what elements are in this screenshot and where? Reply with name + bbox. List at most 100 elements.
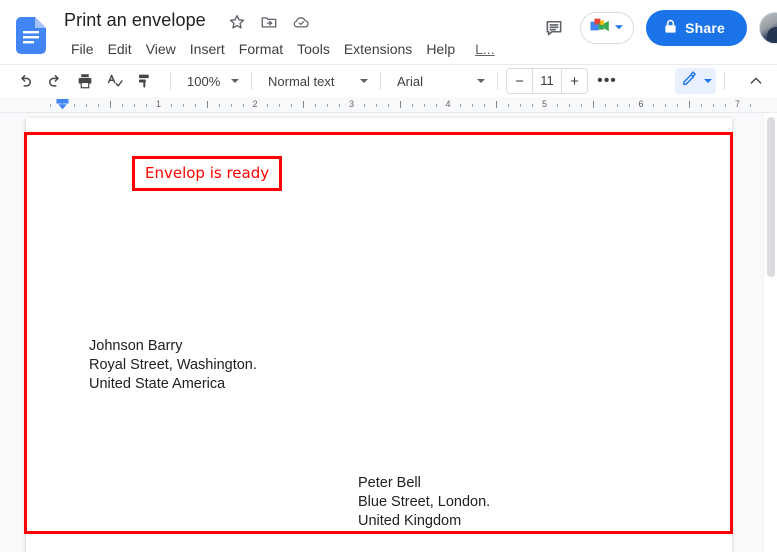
edit-pencil-icon [681,70,698,92]
ruler-tick [363,104,365,107]
ruler-tick [604,104,606,107]
google-docs-window: Print an envelope File Edit View Insert … [0,0,777,553]
menu-format[interactable]: Format [232,38,290,60]
app-header: Print an envelope File Edit View Insert … [0,0,777,65]
ruler-tick [725,104,727,107]
ruler-tick [303,101,305,108]
menu-help[interactable]: Help [419,38,462,60]
ruler-tick [98,104,100,107]
hide-menus-button[interactable] [743,68,769,94]
ruler-tick [411,104,413,107]
ruler-number: 4 [445,99,451,109]
more-options-button[interactable]: ••• [594,68,620,94]
ruler-tick [110,101,112,108]
to-address-text[interactable]: Peter Bell Blue Street, London. United K… [358,474,490,531]
ruler-number: 2 [252,99,258,109]
ruler-tick [423,104,425,107]
left-indent-marker[interactable] [56,98,69,110]
ruler-number: 7 [734,99,741,109]
menu-edit[interactable]: Edit [101,38,139,60]
ruler-tick [230,104,232,107]
comment-history-icon[interactable] [540,14,568,42]
menu-extensions[interactable]: Extensions [337,38,419,60]
formatting-toolbar: 100% Normal text Arial − 11 + ••• [0,65,777,97]
ruler-tick [616,104,618,107]
ruler-tick [460,104,462,107]
ruler-tick [327,104,329,107]
ruler-tick [677,104,679,107]
paragraph-style-select[interactable]: Normal text [260,68,372,94]
scrollbar-thumb[interactable] [767,117,775,277]
redo-button[interactable] [42,68,68,94]
docs-file-icon[interactable] [16,17,46,54]
share-button[interactable]: Share [646,10,747,46]
menu-file[interactable]: File [64,38,101,60]
ruler-tick [206,101,208,108]
ruler-tick [628,104,630,107]
vertical-scrollbar[interactable] [763,113,777,552]
google-meet-button[interactable] [580,12,635,44]
move-to-folder-icon[interactable] [260,13,278,31]
annotation-callout: Envelop is ready [132,156,283,191]
font-size-input[interactable]: 11 [532,69,562,93]
horizontal-ruler[interactable]: 1 2 3 4 5 6 7 [0,97,777,113]
ruler-tick [182,104,184,107]
ruler-tick [86,104,88,107]
ruler-tick [315,104,317,107]
ruler-tick [496,101,498,108]
ruler-tick [279,104,281,107]
user-avatar[interactable] [759,12,777,44]
toolbar-divider [497,72,498,90]
paint-format-button[interactable] [132,68,158,94]
ruler-tick [218,104,220,107]
ruler-tick [592,101,594,108]
ruler-tick [472,104,474,107]
title-icon-group [228,13,310,31]
ruler-tick [580,104,582,107]
undo-button[interactable] [12,68,38,94]
ruler-tick [701,104,703,107]
header-actions: Share [540,10,777,46]
font-family-select[interactable]: Arial [389,68,489,94]
print-button[interactable] [72,68,98,94]
ruler-tick [242,104,244,107]
last-edit-label[interactable]: L... [468,38,501,60]
chevron-down-icon [231,79,239,83]
ruler-number: 1 [155,99,162,109]
chevron-down-icon [704,79,712,83]
google-meet-icon [589,17,611,40]
font-size-increase-button[interactable]: + [562,69,587,93]
font-family-value: Arial [397,73,424,89]
ruler-tick [291,104,293,107]
ruler-tick [49,104,51,107]
toolbar-divider [251,72,252,90]
menu-tools[interactable]: Tools [290,38,337,60]
from-address-text[interactable]: Johnson Barry Royal Street, Washington. … [89,337,257,394]
ruler-tick [665,104,667,107]
ruler-tick [339,104,341,107]
ruler-ticks: 1 2 3 4 5 6 7 [0,97,763,113]
ruler-tick [146,104,148,107]
menu-insert[interactable]: Insert [183,38,232,60]
editing-mode-button[interactable] [675,68,716,94]
font-size-decrease-button[interactable]: − [507,69,532,93]
font-size-stepper: − 11 + [506,68,588,94]
star-icon[interactable] [228,13,246,31]
ruler-tick [556,104,558,107]
ruler-tick [713,104,715,107]
zoom-select[interactable]: 100% [179,68,243,94]
paragraph-style-value: Normal text [268,73,335,89]
ruler-tick [520,104,522,107]
ruler-tick [484,104,486,107]
menu-view[interactable]: View [139,38,183,60]
ruler-tick [387,104,389,107]
ruler-tick [134,104,136,107]
cloud-saved-icon[interactable] [292,13,310,31]
ruler-tick [194,104,196,107]
page-title[interactable]: Print an envelope [64,8,206,32]
ruler-tick [399,101,401,108]
spellcheck-button[interactable] [102,68,128,94]
ruler-tick [267,104,269,107]
document-canvas[interactable]: Johnson Barry Royal Street, Washington. … [0,113,777,552]
chevron-down-icon [477,79,485,83]
